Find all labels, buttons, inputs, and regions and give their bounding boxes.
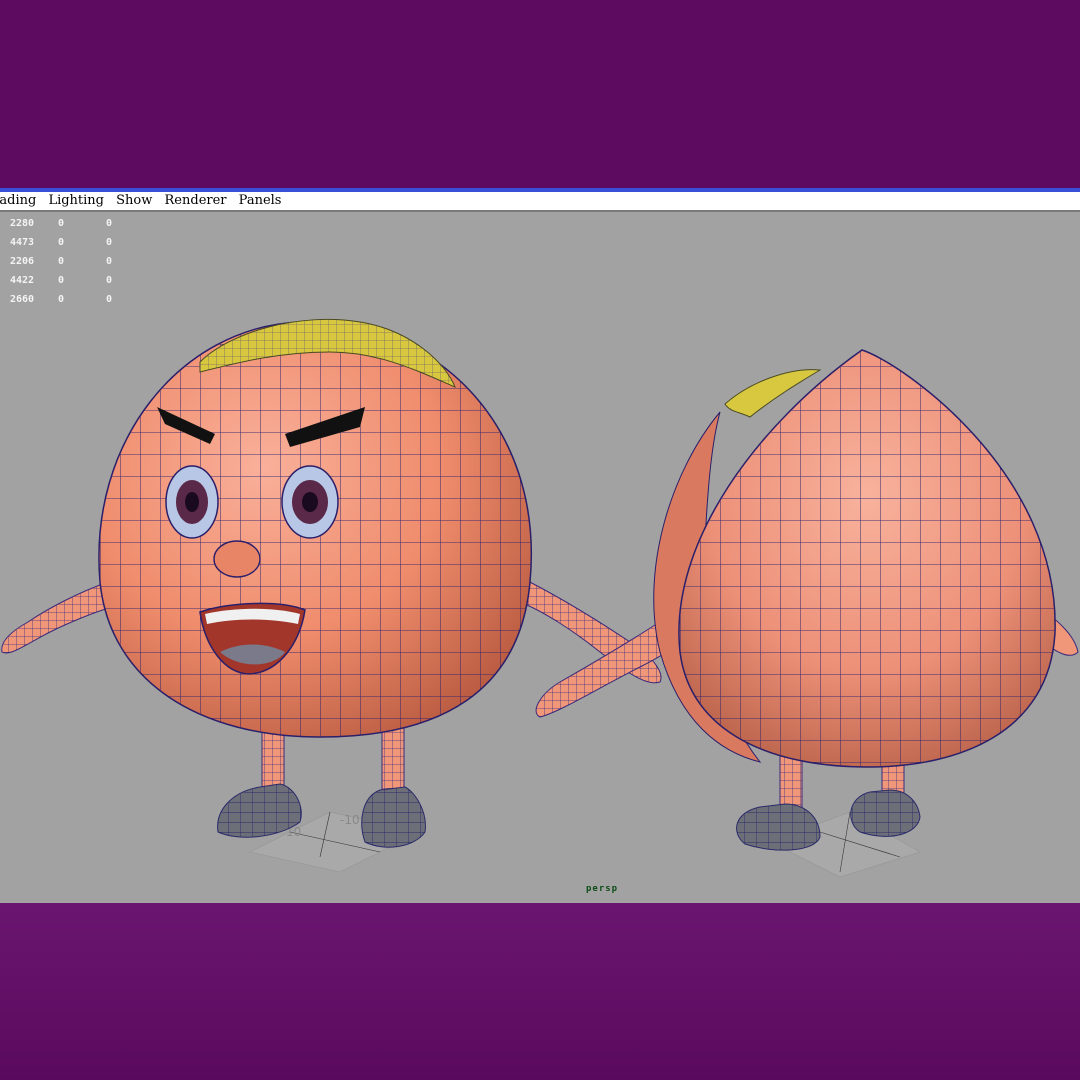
- hud-value: 0: [106, 294, 113, 305]
- hud-value: 2280: [10, 218, 35, 229]
- hud-row: 2206 0 0: [10, 252, 112, 271]
- camera-label: persp: [586, 884, 619, 894]
- hud-row: 4473 0 0: [10, 233, 112, 252]
- character-front-view: [1, 318, 662, 848]
- scene-render: 10 -10 10: [1, 318, 1079, 878]
- hud-value: 0: [58, 256, 65, 267]
- menu-shading[interactable]: hading: [0, 192, 54, 210]
- hud-value: 0: [106, 218, 113, 229]
- menu-renderer[interactable]: Renderer: [165, 192, 245, 210]
- hud-value: 0: [58, 237, 65, 248]
- hud-value: 2206: [10, 256, 35, 267]
- maya-viewport-window: hading Lighting Show Renderer Panels: [0, 188, 1080, 903]
- menu-panels[interactable]: Panels: [239, 192, 300, 210]
- hud-row: 2660 0 0: [10, 290, 112, 309]
- hud-row: 4422 0 0: [10, 271, 112, 290]
- grid-label-2: -10: [340, 813, 360, 827]
- hud-value: 0: [106, 275, 113, 286]
- hud-value: 4473: [10, 237, 35, 248]
- 3d-viewport[interactable]: 10 -10 10: [0, 212, 1080, 903]
- character-back-view: [535, 349, 1079, 851]
- poly-count-hud: 2280 0 0 4473 0 0 2206 0 0 4422 0 0 2660 0 0: [10, 214, 112, 309]
- top-frame-band: [0, 0, 1080, 188]
- hud-value: 4422: [10, 275, 35, 286]
- hud-value: 0: [58, 218, 65, 229]
- panel-menu-bar: hading Lighting Show Renderer Panels: [0, 192, 1080, 212]
- hud-value: 0: [106, 256, 113, 267]
- hud-value: 0: [58, 294, 65, 305]
- hud-value: 0: [106, 237, 113, 248]
- hud-value: 0: [58, 275, 65, 286]
- menu-lighting[interactable]: Lighting: [48, 192, 122, 210]
- menu-show[interactable]: Show: [116, 192, 170, 210]
- hud-value: 2660: [10, 294, 35, 305]
- bottom-frame-band: [0, 903, 1080, 1080]
- hud-row: 2280 0 0: [10, 214, 112, 233]
